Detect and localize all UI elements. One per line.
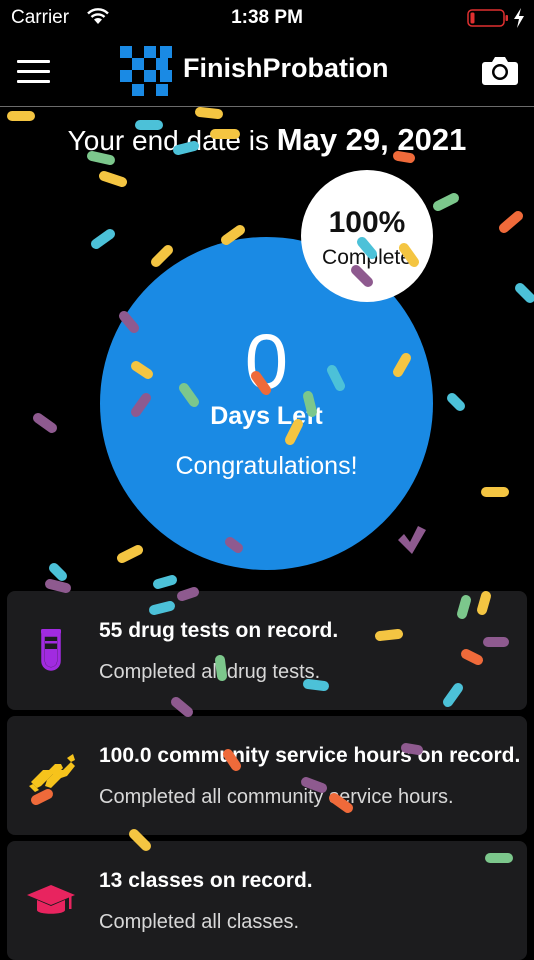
days-left-label: Days Left xyxy=(210,402,323,430)
app-title: FinishProbation xyxy=(183,53,389,83)
battery-icon xyxy=(467,9,508,27)
percent-label: Complete xyxy=(322,246,412,269)
clock-time: 1:38 PM xyxy=(231,7,303,28)
community-service-title: 100.0 community service hours on record. xyxy=(99,744,521,767)
community-service-subtitle: Completed all community service hours. xyxy=(99,786,454,808)
charging-bolt-icon xyxy=(514,8,524,28)
hamburger-menu-icon[interactable] xyxy=(17,60,50,83)
test-tube-icon xyxy=(41,629,61,671)
drug-tests-card[interactable]: 55 drug tests on record. Completed all d… xyxy=(7,591,527,710)
status-bar: Carrier 1:38 PM xyxy=(0,0,534,36)
percent-value: 100% xyxy=(328,206,406,239)
classes-card[interactable]: 13 classes on record. Completed all clas… xyxy=(7,841,527,960)
camera-icon[interactable] xyxy=(482,55,518,85)
drug-tests-title: 55 drug tests on record. xyxy=(99,619,339,642)
end-date-prefix: Your end date is xyxy=(67,125,277,156)
handshake-icon xyxy=(29,754,75,792)
days-left-count: 0 xyxy=(244,317,289,405)
congratulations-message: Congratulations! xyxy=(175,452,358,480)
end-date-value: May 29, 2021 xyxy=(276,122,467,157)
graduation-cap-icon xyxy=(27,885,75,914)
community-service-card[interactable]: 100.0 community service hours on record.… xyxy=(7,716,527,835)
end-date-heading: Your end date is May 29, 2021 xyxy=(0,122,534,158)
drug-tests-subtitle: Completed all drug tests. xyxy=(99,661,321,683)
classes-subtitle: Completed all classes. xyxy=(99,911,300,933)
finishprobation-logo-icon xyxy=(120,46,172,96)
nav-bar: FinishProbation xyxy=(0,36,534,107)
percent-complete-badge: 100% Complete xyxy=(301,170,433,302)
classes-title: 13 classes on record. xyxy=(99,869,313,892)
